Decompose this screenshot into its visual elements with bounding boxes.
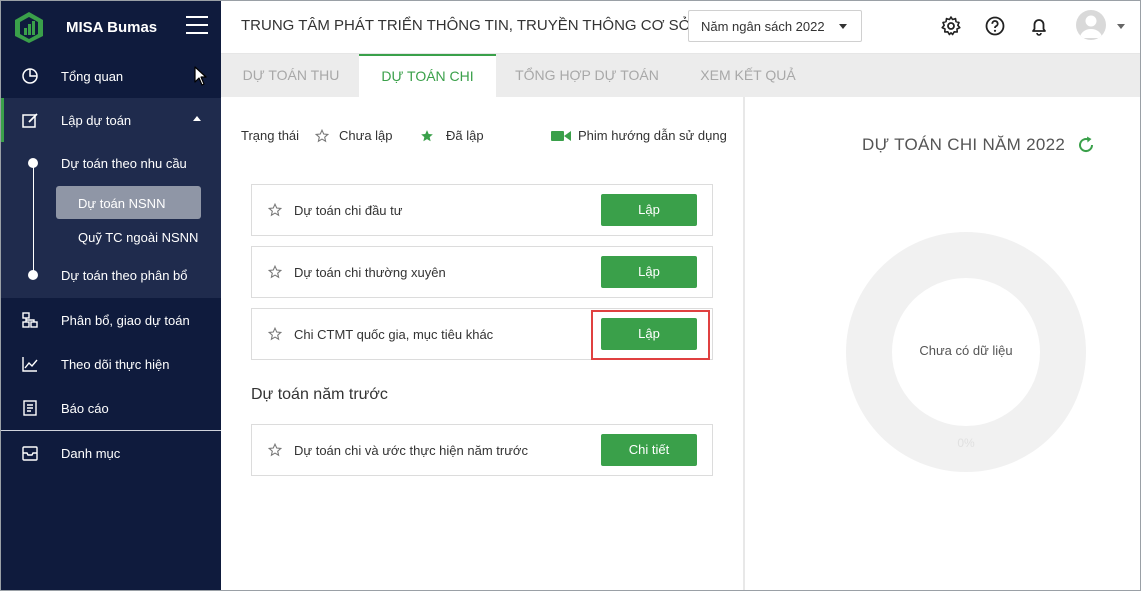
sidebar-item-allocate[interactable]: Phân bổ, giao dự toán bbox=[0, 298, 221, 342]
card-label: Chi CTMT quốc gia, mục tiêu khác bbox=[294, 327, 494, 342]
app-name: MISA Bumas bbox=[66, 18, 158, 36]
star-outline-icon bbox=[268, 265, 282, 279]
top-header: TRUNG TÂM PHÁT TRIỂN THÔNG TIN, TRUYỀN T… bbox=[221, 0, 1141, 54]
star-filled-icon bbox=[421, 130, 433, 142]
star-outline-icon bbox=[315, 129, 329, 143]
card-label: Dự toán chi thường xuyên bbox=[294, 265, 446, 280]
created-label: Đã lập bbox=[446, 128, 484, 143]
star-outline-icon bbox=[268, 327, 282, 341]
chevron-down-icon[interactable] bbox=[1117, 24, 1125, 29]
no-data-text: Chưa có dữ liệu bbox=[919, 343, 1013, 358]
budget-year-value: Năm ngân sách 2022 bbox=[701, 19, 825, 34]
sidebar-item-catalog[interactable]: Danh mục bbox=[0, 431, 221, 475]
brand: MISA Bumas bbox=[0, 0, 221, 54]
sub-item-demand[interactable]: Dự toán theo nhu cầu bbox=[61, 156, 187, 171]
highlight-box bbox=[591, 310, 710, 360]
refresh-icon[interactable] bbox=[1076, 135, 1096, 155]
tab-summary[interactable]: TỔNG HỢP DỰ TOÁN bbox=[503, 54, 671, 97]
sub-item-nsnn[interactable]: Dự toán NSNN bbox=[78, 196, 165, 211]
tab-results[interactable]: XEM KẾT QUẢ bbox=[681, 54, 815, 97]
video-icon[interactable] bbox=[551, 130, 571, 142]
star-outline-icon bbox=[268, 203, 282, 217]
chevron-down-icon bbox=[839, 24, 847, 29]
percent-label: 0% bbox=[957, 436, 975, 450]
panel-divider bbox=[743, 97, 745, 591]
edit-icon bbox=[20, 110, 40, 130]
card-label: Dự toán chi và ước thực hiện năm trước bbox=[294, 443, 528, 458]
tab-revenue[interactable]: DỰ TOÁN THU bbox=[221, 54, 361, 97]
card-recurrent-expenditure: Dự toán chi thường xuyên Lập bbox=[251, 246, 713, 298]
tab-bar: DỰ TOÁN THU DỰ TOÁN CHI TỔNG HỢP DỰ TOÁN… bbox=[221, 54, 1141, 97]
sidebar-item-reports[interactable]: Báo cáo bbox=[0, 386, 221, 430]
line-chart-icon bbox=[20, 354, 40, 374]
sidebar-item-label: Danh mục bbox=[61, 445, 121, 461]
card-invest-expenditure: Dự toán chi đầu tư Lập bbox=[251, 184, 713, 236]
hierarchy-icon bbox=[20, 310, 40, 330]
create-button[interactable]: Lập bbox=[601, 194, 697, 226]
tab-expenditure[interactable]: DỰ TOÁN CHI bbox=[359, 54, 496, 97]
sidebar-item-label: Lập dự toán bbox=[61, 112, 132, 128]
sidebar-item-tracking[interactable]: Theo dõi thực hiện bbox=[0, 342, 221, 386]
bullet-icon bbox=[28, 158, 38, 168]
user-icon bbox=[1080, 15, 1102, 38]
video-guide-link[interactable]: Phim hướng dẫn sử dụng bbox=[578, 128, 727, 143]
star-outline-icon bbox=[268, 443, 282, 457]
sidebar-item-label: Phân bổ, giao dự toán bbox=[61, 312, 190, 328]
sidebar-item-label: Theo dõi thực hiện bbox=[61, 356, 170, 372]
previous-year-title: Dự toán năm trước bbox=[251, 386, 388, 403]
sub-item-allocation[interactable]: Dự toán theo phân bổ bbox=[61, 268, 188, 283]
menu-toggle-icon[interactable] bbox=[186, 16, 208, 34]
mouse-cursor-icon bbox=[194, 66, 207, 86]
donut-chart: Chưa có dữ liệu 0% bbox=[846, 232, 1086, 472]
sidebar: MISA Bumas Tổng quan Lập dự toán Dự toán… bbox=[0, 0, 221, 591]
submenu-line bbox=[33, 163, 34, 275]
sidebar-item-overview[interactable]: Tổng quan bbox=[0, 54, 221, 98]
status-label: Trạng thái bbox=[241, 128, 300, 143]
organization-title: TRUNG TÂM PHÁT TRIỂN THÔNG TIN, TRUYỀN T… bbox=[241, 17, 692, 34]
card-previous-year: Dự toán chi và ước thực hiện năm trước C… bbox=[251, 424, 713, 476]
report-icon bbox=[20, 398, 40, 418]
chart-title: DỰ TOÁN CHI NĂM 2022 bbox=[862, 135, 1066, 154]
logo-icon bbox=[15, 12, 43, 43]
chevron-up-icon bbox=[193, 116, 201, 121]
details-button[interactable]: Chi tiết bbox=[601, 434, 697, 466]
avatar[interactable] bbox=[1076, 10, 1106, 40]
bell-icon[interactable] bbox=[1028, 15, 1050, 37]
sidebar-item-label: Tổng quan bbox=[61, 68, 124, 84]
pie-chart-icon bbox=[20, 66, 40, 86]
gear-icon[interactable] bbox=[940, 15, 962, 37]
card-label: Dự toán chi đầu tư bbox=[294, 203, 403, 218]
inbox-icon bbox=[20, 443, 40, 463]
create-button[interactable]: Lập bbox=[601, 256, 697, 288]
not-created-label: Chưa lập bbox=[339, 128, 393, 143]
sidebar-item-label: Báo cáo bbox=[61, 400, 109, 416]
bullet-icon bbox=[28, 270, 38, 280]
budget-year-select[interactable]: Năm ngân sách 2022 bbox=[688, 10, 862, 42]
help-icon[interactable] bbox=[984, 15, 1006, 37]
sub-item-outside-fund[interactable]: Quỹ TC ngoài NSNN bbox=[78, 230, 198, 245]
sidebar-item-budget-planning[interactable]: Lập dự toán bbox=[0, 98, 221, 142]
